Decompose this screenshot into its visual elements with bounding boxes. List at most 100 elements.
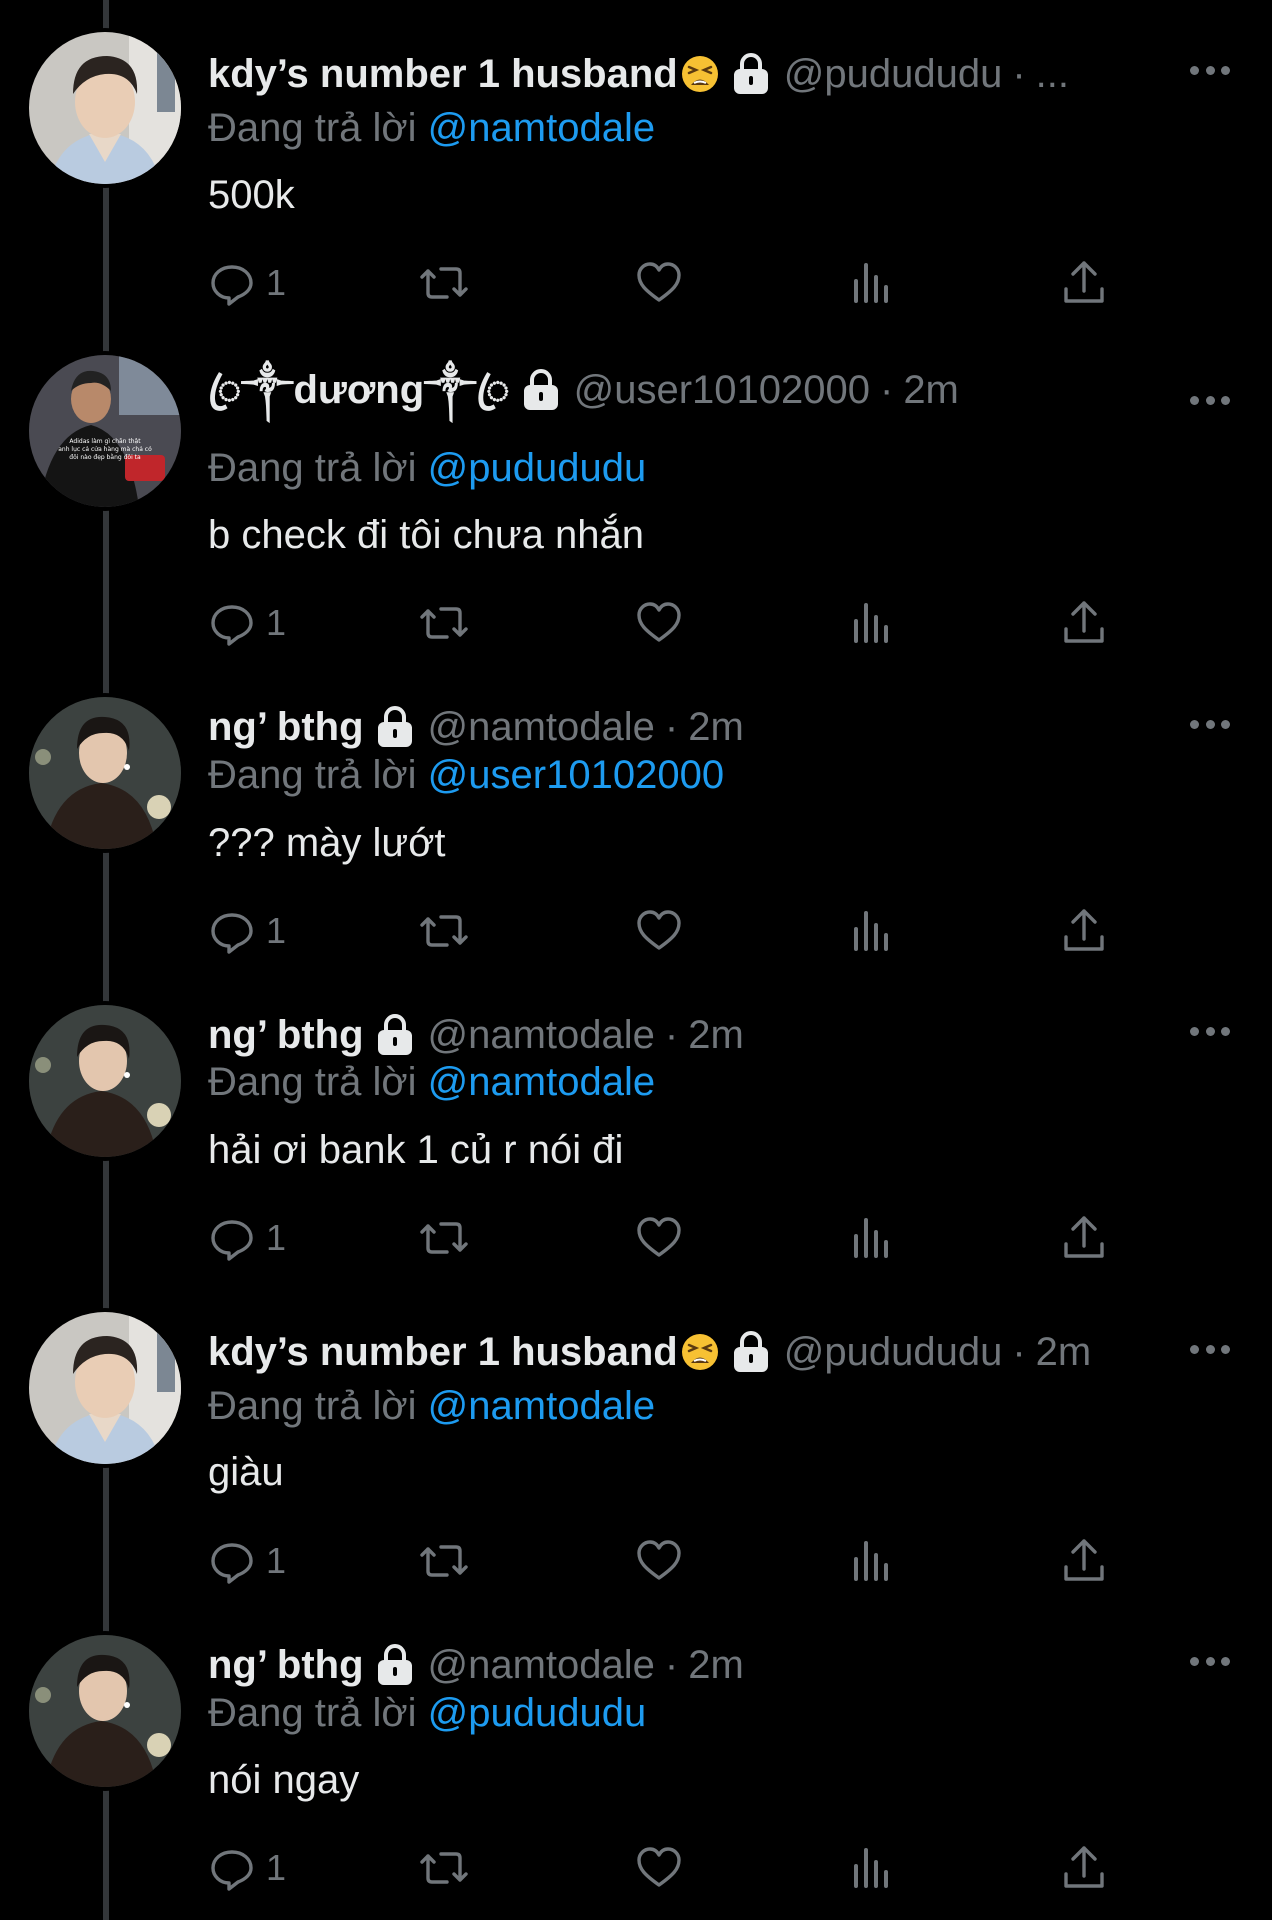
share-button[interactable] (1060, 595, 1108, 651)
lock-icon (377, 706, 412, 747)
reply-prefix: Đang trả lời (208, 1060, 417, 1104)
retweet-icon (420, 915, 468, 947)
action-bar: 1 (208, 1533, 1108, 1589)
tired-face-emoji (681, 56, 718, 92)
reply-icon (211, 913, 253, 954)
reply-mention-link[interactable]: @pudududu (428, 1691, 647, 1735)
like-icon (637, 1540, 681, 1580)
avatar[interactable] (29, 1635, 181, 1787)
replying-to: Đang trả lời @pudududu (208, 440, 646, 496)
more-icon[interactable] (1190, 714, 1230, 734)
share-icon (1064, 909, 1104, 951)
retweet-button[interactable] (420, 1533, 468, 1589)
reply-icon (211, 265, 253, 306)
retweet-button[interactable] (420, 595, 468, 651)
like-icon (637, 602, 681, 642)
tweet-text: hải ơi bank 1 củ r nói đi (208, 1128, 624, 1172)
share-button[interactable] (1060, 1210, 1108, 1266)
reply-button[interactable]: 1 (208, 595, 286, 651)
timestamp[interactable]: 2m (1036, 1324, 1092, 1380)
views-icon (854, 1848, 888, 1888)
like-button[interactable] (635, 1210, 683, 1266)
avatar[interactable]: Adidas làm gì chăn thật anh lục cả cửa hà… (29, 355, 181, 507)
handle[interactable]: @pudududu (784, 46, 1003, 102)
reply-button[interactable]: 1 (208, 255, 286, 311)
views-icon (854, 1218, 888, 1258)
avatar[interactable] (29, 1312, 181, 1464)
retweet-icon (420, 607, 468, 639)
lock-icon (377, 1644, 412, 1685)
timestamp[interactable]: ... (1036, 46, 1069, 102)
more-icon[interactable] (1190, 390, 1230, 410)
replying-to: Đang trả lời @namtodale (208, 100, 655, 156)
reply-button[interactable]: 1 (208, 1533, 286, 1589)
reply-button[interactable]: 1 (208, 1210, 286, 1266)
reply-mention-link[interactable]: @namtodale (428, 1384, 655, 1428)
avatar[interactable] (29, 697, 181, 849)
replying-to: Đang trả lời @user10102000 (208, 747, 724, 803)
display-name[interactable]: kdy’s number 1 husband (208, 1324, 678, 1380)
share-button[interactable] (1060, 255, 1108, 311)
separator: · (664, 1013, 679, 1057)
more-icon[interactable] (1190, 1651, 1230, 1671)
reply-mention-link[interactable]: @namtodale (428, 1060, 655, 1104)
handle[interactable]: @user10102000 (574, 362, 870, 418)
retweet-button[interactable] (420, 1210, 468, 1266)
lock-icon (733, 1331, 768, 1372)
views-button[interactable] (848, 1840, 896, 1896)
reply-button[interactable]: 1 (208, 1840, 286, 1896)
reply-mention-link[interactable]: @pudududu (428, 446, 647, 490)
views-button[interactable] (848, 903, 896, 959)
views-icon (854, 1541, 888, 1581)
like-icon (637, 910, 681, 950)
avatar[interactable] (29, 1005, 181, 1157)
avatar-caption: anh lục cả cửa hàng mà chả có (58, 446, 152, 453)
share-button[interactable] (1060, 903, 1108, 959)
handle[interactable]: @pudududu (784, 1324, 1003, 1380)
thread-connector-line (103, 0, 109, 1920)
reply-prefix: Đang trả lời (208, 1691, 417, 1735)
share-button[interactable] (1060, 1840, 1108, 1896)
like-icon (637, 262, 681, 302)
retweet-button[interactable] (420, 1840, 468, 1896)
tweet-text: ??? mày lướt (208, 821, 446, 865)
timestamp[interactable]: 2m (903, 362, 959, 418)
more-icon[interactable] (1190, 60, 1230, 80)
display-name[interactable]: ꦿ༒dương༒ꦿ (208, 362, 510, 418)
retweet-button[interactable] (420, 903, 468, 959)
timestamp[interactable]: 2m (688, 1007, 744, 1063)
retweet-button[interactable] (420, 255, 468, 311)
reply-button[interactable]: 1 (208, 903, 286, 959)
more-icon[interactable] (1190, 1339, 1230, 1359)
reply-prefix: Đang trả lời (208, 446, 417, 490)
tweet-text: nói ngay (208, 1758, 360, 1802)
reply-count: 1 (266, 910, 287, 951)
like-button[interactable] (635, 903, 683, 959)
more-icon[interactable] (1190, 1021, 1230, 1041)
share-icon (1064, 1539, 1104, 1581)
share-button[interactable] (1060, 1533, 1108, 1589)
tweet-header: ꦿ༒dương༒ꦿ @user10102000 · 2m (208, 362, 959, 418)
avatar-caption: đôi nào đẹp bằng đôi ta (69, 454, 141, 461)
reply-mention-link[interactable]: @namtodale (428, 106, 655, 150)
reply-icon (211, 1220, 253, 1261)
timestamp[interactable]: 2m (688, 1637, 744, 1693)
share-icon (1064, 1846, 1104, 1888)
replying-to: Đang trả lời @namtodale (208, 1378, 655, 1434)
retweet-icon (420, 267, 468, 299)
views-button[interactable] (848, 595, 896, 651)
views-button[interactable] (848, 255, 896, 311)
views-icon (854, 603, 888, 643)
display-name[interactable]: kdy’s number 1 husband (208, 46, 678, 102)
reply-mention-link[interactable]: @user10102000 (428, 753, 724, 797)
like-button[interactable] (635, 255, 683, 311)
views-button[interactable] (848, 1533, 896, 1589)
like-button[interactable] (635, 595, 683, 651)
tired-face-emoji (681, 1334, 718, 1370)
like-button[interactable] (635, 1533, 683, 1589)
separator: · (664, 1643, 679, 1687)
avatar[interactable] (29, 32, 181, 184)
views-button[interactable] (848, 1210, 896, 1266)
like-button[interactable] (635, 1840, 683, 1896)
reply-count: 1 (266, 1217, 287, 1258)
